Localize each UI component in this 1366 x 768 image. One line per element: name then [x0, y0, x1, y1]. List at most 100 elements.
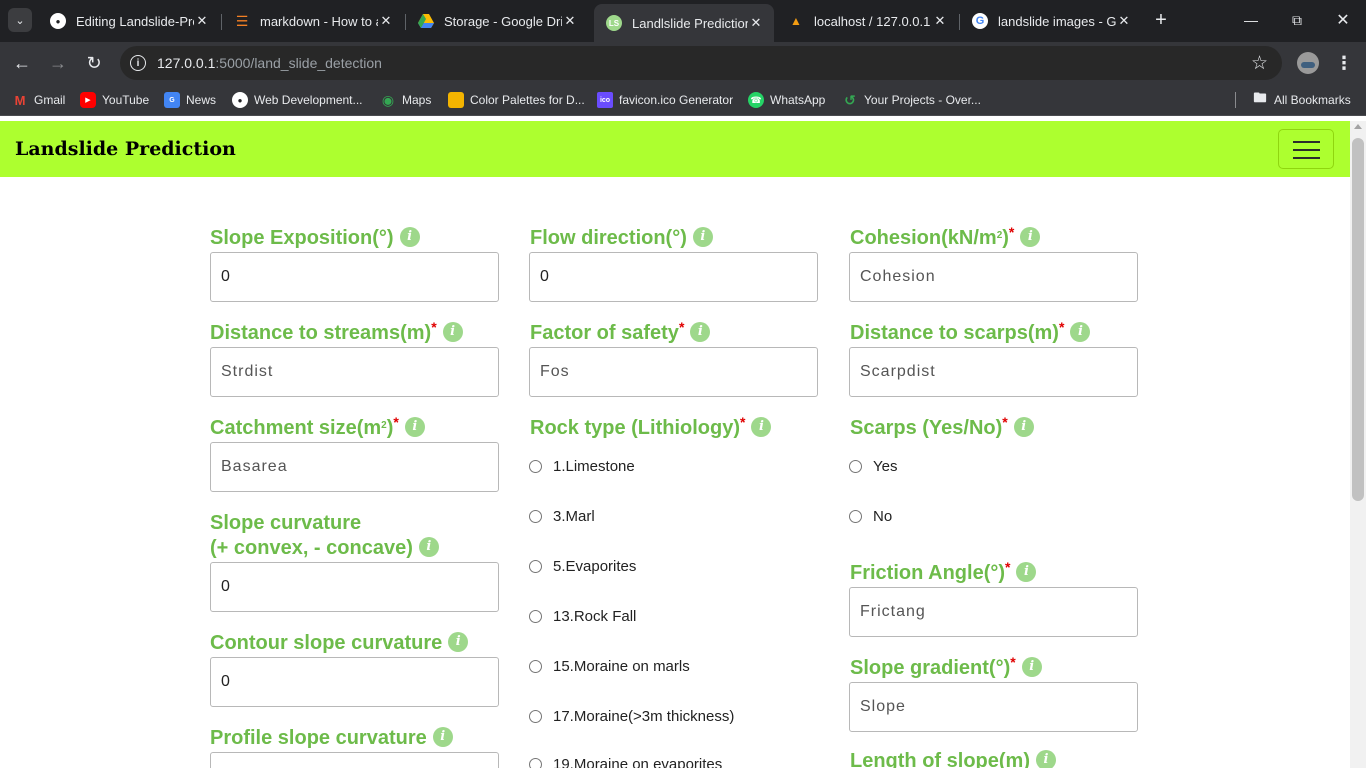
reload-icon[interactable]: ↻: [82, 51, 106, 75]
back-arrow-icon[interactable]: ←: [10, 51, 34, 75]
tab-phpmyadmin[interactable]: ▲ localhost / 127.0.0.1 / ✕: [776, 6, 958, 36]
browser-tab-bar: ⌄ ● Editing Landslide-Prediction ✕ ☰ mar…: [0, 0, 1366, 42]
bookmark-color-palettes[interactable]: Color Palettes for D...: [448, 91, 585, 109]
scarp-option-yes[interactable]: Yes: [849, 458, 897, 475]
bookmark-favicon-generator[interactable]: ico favicon.ico Generator: [597, 91, 733, 109]
info-icon[interactable]: i: [404, 416, 425, 437]
site-info-icon[interactable]: i: [130, 55, 146, 71]
web-dev-icon: ●: [232, 92, 248, 108]
info-icon[interactable]: i: [1020, 226, 1041, 247]
rock-radio[interactable]: [529, 660, 542, 673]
info-icon[interactable]: i: [418, 536, 439, 557]
factor-safety-input[interactable]: [529, 347, 818, 397]
info-icon[interactable]: i: [432, 726, 453, 747]
restore-icon[interactable]: ⧉: [1286, 9, 1308, 31]
info-icon[interactable]: i: [692, 226, 713, 247]
rock-option[interactable]: 15.Moraine on marls: [529, 658, 690, 675]
catchment-size-label: Catchment size(m2)* i: [210, 414, 425, 441]
info-icon[interactable]: i: [1021, 656, 1042, 677]
info-icon[interactable]: i: [1070, 321, 1091, 342]
navbar-toggler-button[interactable]: [1278, 129, 1334, 169]
bookmark-maps[interactable]: ◉ Maps: [380, 91, 431, 109]
bookmark-youtube[interactable]: ▶ YouTube: [80, 91, 149, 109]
phpmyadmin-icon: ▲: [790, 14, 802, 28]
scrollbar-thumb[interactable]: [1352, 138, 1364, 501]
bookmark-your-projects[interactable]: ↺ Your Projects - Over...: [842, 91, 981, 109]
scarp-radio[interactable]: [849, 510, 862, 523]
rock-option[interactable]: 17.Moraine(>3m thickness): [529, 708, 734, 725]
github-icon: ●: [50, 13, 66, 29]
profile-curvature-input[interactable]: [210, 752, 499, 768]
info-icon[interactable]: i: [399, 226, 420, 247]
close-tab-icon[interactable]: ✕: [1116, 13, 1132, 29]
distance-streams-input[interactable]: [210, 347, 499, 397]
gmail-icon: M: [14, 92, 26, 108]
rock-option[interactable]: 1.Limestone: [529, 458, 635, 475]
bookmark-label: YouTube: [102, 93, 150, 107]
brand-title[interactable]: Landslide Prediction: [15, 138, 236, 160]
close-window-icon[interactable]: ✕: [1332, 9, 1354, 31]
contour-curvature-input[interactable]: [210, 657, 499, 707]
rock-radio[interactable]: [529, 758, 542, 768]
bookmark-web-development[interactable]: ● Web Development...: [232, 91, 363, 109]
rock-option[interactable]: 19.Moraine on evaporites: [529, 756, 722, 768]
slope-curvature-label: Slope curvature: [210, 512, 362, 534]
scarp-option-no[interactable]: No: [849, 508, 892, 525]
rock-radio[interactable]: [529, 510, 542, 523]
distance-scarps-input[interactable]: [849, 347, 1138, 397]
slope-gradient-input[interactable]: [849, 682, 1138, 732]
friction-angle-input[interactable]: [849, 587, 1138, 637]
rock-radio[interactable]: [529, 610, 542, 623]
bookmark-whatsapp[interactable]: ☎ WhatsApp: [748, 91, 825, 109]
new-tab-plus-icon[interactable]: +: [1150, 9, 1172, 31]
scarp-radio[interactable]: [849, 460, 862, 473]
bookmark-gmail[interactable]: M Gmail: [12, 91, 66, 109]
close-tab-icon[interactable]: ✕: [194, 13, 210, 29]
close-tab-icon[interactable]: ✕: [932, 13, 948, 29]
flow-direction-input[interactable]: [529, 252, 818, 302]
info-icon[interactable]: i: [1035, 749, 1056, 768]
length-slope-label: Length of slope(m) i: [850, 749, 1056, 768]
slope-curvature-input[interactable]: [210, 562, 499, 612]
close-tab-icon[interactable]: ✕: [378, 13, 394, 29]
rock-radio[interactable]: [529, 460, 542, 473]
cohesion-input[interactable]: [849, 252, 1138, 302]
tab-stackoverflow[interactable]: ☰ markdown - How to add ✕: [222, 6, 404, 36]
contour-curvature-label: Contour slope curvature i: [210, 631, 469, 656]
site-navbar: Landslide Prediction: [0, 121, 1350, 177]
tab-google-drive[interactable]: Storage - Google Drive ✕: [406, 6, 588, 36]
bookmark-star-icon[interactable]: ☆: [1251, 52, 1268, 75]
browser-menu-icon[interactable]: ⋮: [1334, 52, 1354, 74]
scroll-up-arrow-icon[interactable]: [1354, 124, 1362, 129]
rock-option[interactable]: 5.Evaporites: [529, 558, 636, 575]
tab-github[interactable]: ● Editing Landslide-Prediction ✕: [38, 6, 220, 36]
all-bookmarks[interactable]: 🖿 All Bookmarks: [1252, 90, 1350, 109]
hamburger-icon: [1293, 157, 1320, 159]
info-icon[interactable]: i: [690, 321, 711, 342]
minimize-icon[interactable]: —: [1240, 9, 1262, 31]
rock-option[interactable]: 3.Marl: [529, 508, 595, 525]
tab-landslide-active[interactable]: LS Landlslide Prediction ✕: [594, 4, 774, 42]
close-tab-icon[interactable]: ✕: [562, 13, 578, 29]
tab-google-images[interactable]: G landslide images - Google ✕: [960, 6, 1142, 36]
info-icon[interactable]: i: [751, 416, 772, 437]
close-tab-icon[interactable]: ✕: [748, 15, 764, 31]
tab-title: landslide images - Google: [998, 13, 1116, 29]
info-icon[interactable]: i: [448, 631, 469, 652]
distance-streams-label: Distance to streams(m)* i: [210, 319, 463, 346]
info-icon[interactable]: i: [1013, 416, 1034, 437]
slope-exposition-input[interactable]: [210, 252, 499, 302]
rock-radio[interactable]: [529, 710, 542, 723]
catchment-size-input[interactable]: [210, 442, 499, 492]
rock-option[interactable]: 13.Rock Fall: [529, 608, 636, 625]
info-icon[interactable]: i: [442, 321, 463, 342]
forward-arrow-icon[interactable]: →: [46, 51, 70, 75]
page-scrollbar[interactable]: [1350, 121, 1366, 768]
tab-search-chevron-icon[interactable]: ⌄: [8, 8, 32, 32]
rock-radio[interactable]: [529, 560, 542, 573]
info-icon[interactable]: i: [1016, 561, 1037, 582]
profile-avatar[interactable]: [1297, 52, 1319, 74]
bookmark-news[interactable]: G News: [164, 91, 216, 109]
address-bar[interactable]: i 127.0.0.1:5000/land_slide_detection ☆: [120, 46, 1282, 80]
required-mark: *: [431, 319, 437, 335]
